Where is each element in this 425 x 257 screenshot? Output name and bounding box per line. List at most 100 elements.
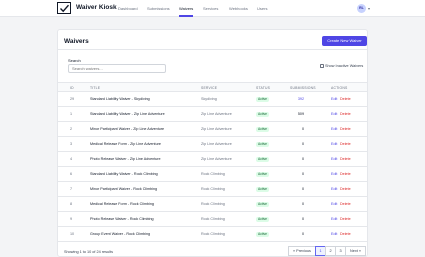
- top-nav: Waiver Kiosk Dashboard Submissions Waive…: [0, 0, 425, 17]
- table-row: 29 Standard Liability Waiver - Skydiving S…: [58, 92, 367, 107]
- column-header-submissions: SUBMISSIONS: [290, 86, 316, 90]
- show-inactive-checkbox[interactable]: [320, 64, 324, 68]
- nav-submissions[interactable]: Submissions: [147, 6, 170, 11]
- submissions-count: 0: [301, 157, 304, 161]
- delete-button[interactable]: Delete: [340, 187, 351, 191]
- waiver-service: Rock Climbing: [201, 217, 225, 221]
- edit-button[interactable]: Edit: [331, 202, 337, 206]
- waiver-id: 7: [70, 187, 73, 191]
- waiver-title: Photo Release Waiver - Rock Climbing: [90, 217, 154, 221]
- edit-button[interactable]: Edit: [331, 97, 337, 101]
- status-badge: Active: [256, 112, 269, 117]
- waiver-service: Zip Line Adventure: [201, 142, 232, 146]
- status-badge: Active: [256, 157, 269, 162]
- waiver-id: 8: [70, 202, 73, 206]
- submissions-count: 0: [301, 232, 304, 236]
- pagination-next-button[interactable]: Next »: [345, 246, 366, 256]
- column-header-service: SERVICE: [201, 86, 218, 90]
- waiver-service: Zip Line Adventure: [201, 127, 232, 131]
- column-header-status: STATUS: [256, 86, 271, 90]
- status-badge: Active: [256, 127, 269, 132]
- column-header-title: TITLE: [90, 86, 101, 90]
- nav-services[interactable]: Services: [203, 6, 218, 11]
- pagination-summary: Showing 1 to 10 of 24 results: [64, 250, 113, 254]
- submissions-count: 0: [301, 127, 304, 131]
- nav-users[interactable]: Users: [257, 6, 267, 11]
- delete-button[interactable]: Delete: [340, 157, 351, 161]
- create-waiver-button[interactable]: Create New Waiver: [322, 36, 367, 46]
- search-label: Search: [68, 58, 81, 63]
- column-header-id: ID: [70, 86, 74, 90]
- edit-button[interactable]: Edit: [331, 172, 337, 176]
- card-header: Waivers Create New Waiver: [58, 30, 367, 50]
- submissions-count: 0: [301, 187, 304, 191]
- waiver-service: Rock Climbing: [201, 232, 225, 236]
- edit-button[interactable]: Edit: [331, 232, 337, 236]
- status-badge: Active: [256, 232, 269, 237]
- table-row: 8 Medical Release Form - Rock Climbing Roc…: [58, 197, 367, 212]
- status-badge: Active: [256, 97, 269, 102]
- edit-button[interactable]: Edit: [331, 112, 337, 116]
- edit-button[interactable]: Edit: [331, 142, 337, 146]
- search-input[interactable]: [68, 64, 166, 73]
- submissions-count: 0: [301, 217, 304, 221]
- status-badge: Active: [256, 187, 269, 192]
- table-row: 1 Standard Liability Waiver - Zip Line Ad…: [58, 107, 367, 122]
- waiver-title: Standard Liability Waiver - Rock Climbin…: [90, 172, 158, 176]
- edit-button[interactable]: Edit: [331, 127, 337, 131]
- delete-button[interactable]: Delete: [340, 112, 351, 116]
- waiver-id: 3: [70, 142, 73, 146]
- waiver-title: Standard Liability Waiver - Zip Line Adv…: [90, 112, 165, 116]
- waiver-id: 1: [70, 112, 73, 116]
- delete-button[interactable]: Delete: [340, 217, 351, 221]
- edit-button[interactable]: Edit: [331, 157, 337, 161]
- table-header: ID TITLE SERVICE STATUS SUBMISSIONS ACTI…: [58, 82, 367, 92]
- brand-name[interactable]: Waiver Kiosk: [76, 4, 117, 11]
- table-row: 10 Group Event Waiver - Rock Climbing Rock…: [58, 227, 367, 242]
- status-badge: Active: [256, 172, 269, 177]
- chevron-down-icon[interactable]: ▾: [368, 6, 370, 11]
- table-row: 7 Minor Participant Waiver - Rock Climbin…: [58, 182, 367, 197]
- waiver-id: 2: [70, 127, 73, 131]
- submissions-count[interactable]: 392: [274, 97, 304, 101]
- waiver-service: Zip Line Adventure: [201, 112, 232, 116]
- submissions-count: 509: [297, 112, 304, 116]
- delete-button[interactable]: Delete: [340, 127, 351, 131]
- waiver-service: Skydiving: [201, 97, 217, 101]
- nav-dashboard[interactable]: Dashboard: [118, 6, 138, 11]
- delete-button[interactable]: Delete: [340, 172, 351, 176]
- user-avatar[interactable]: RL: [357, 4, 366, 13]
- nav-active-indicator: [179, 15, 193, 17]
- status-badge: Active: [256, 202, 269, 207]
- nav-webhooks[interactable]: Webhooks: [229, 6, 248, 11]
- submissions-count: 0: [301, 202, 304, 206]
- submissions-count: 0: [301, 172, 304, 176]
- waiver-id: 10: [70, 232, 75, 236]
- waiver-title: Group Event Waiver - Rock Climbing: [90, 232, 151, 236]
- waiver-title: Medical Release Form - Zip Line Adventur…: [90, 142, 161, 146]
- waiver-title: Minor Participant Waiver - Zip Line Adve…: [90, 127, 165, 131]
- waiver-id: 4: [70, 157, 73, 161]
- table-row: 4 Photo Release Waiver - Zip Line Adventu…: [58, 152, 367, 167]
- nav-waivers[interactable]: Waivers: [179, 6, 193, 11]
- table-row: 3 Medical Release Form - Zip Line Adventu…: [58, 137, 367, 152]
- delete-button[interactable]: Delete: [340, 142, 351, 146]
- waiver-service: Zip Line Adventure: [201, 157, 232, 161]
- waiver-title: Photo Release Waiver - Zip Line Adventur…: [90, 157, 161, 161]
- logo-checkmark-icon[interactable]: [57, 2, 71, 14]
- page-title: Waivers: [64, 38, 89, 45]
- show-inactive-label[interactable]: Show Inactive Waivers: [325, 64, 363, 68]
- waiver-title: Standard Liability Waiver - Skydiving: [90, 97, 150, 101]
- edit-button[interactable]: Edit: [331, 217, 337, 221]
- waiver-id: 9: [70, 217, 73, 221]
- waiver-title: Medical Release Form - Rock Climbing: [90, 202, 154, 206]
- pagination-previous-button[interactable]: « Previous: [288, 246, 316, 256]
- delete-button[interactable]: Delete: [340, 202, 351, 206]
- waiver-service: Rock Climbing: [201, 187, 225, 191]
- delete-button[interactable]: Delete: [340, 232, 351, 236]
- delete-button[interactable]: Delete: [340, 97, 351, 101]
- waiver-service: Rock Climbing: [201, 172, 225, 176]
- waiver-id: 6: [70, 172, 73, 176]
- edit-button[interactable]: Edit: [331, 187, 337, 191]
- status-badge: Active: [256, 142, 269, 147]
